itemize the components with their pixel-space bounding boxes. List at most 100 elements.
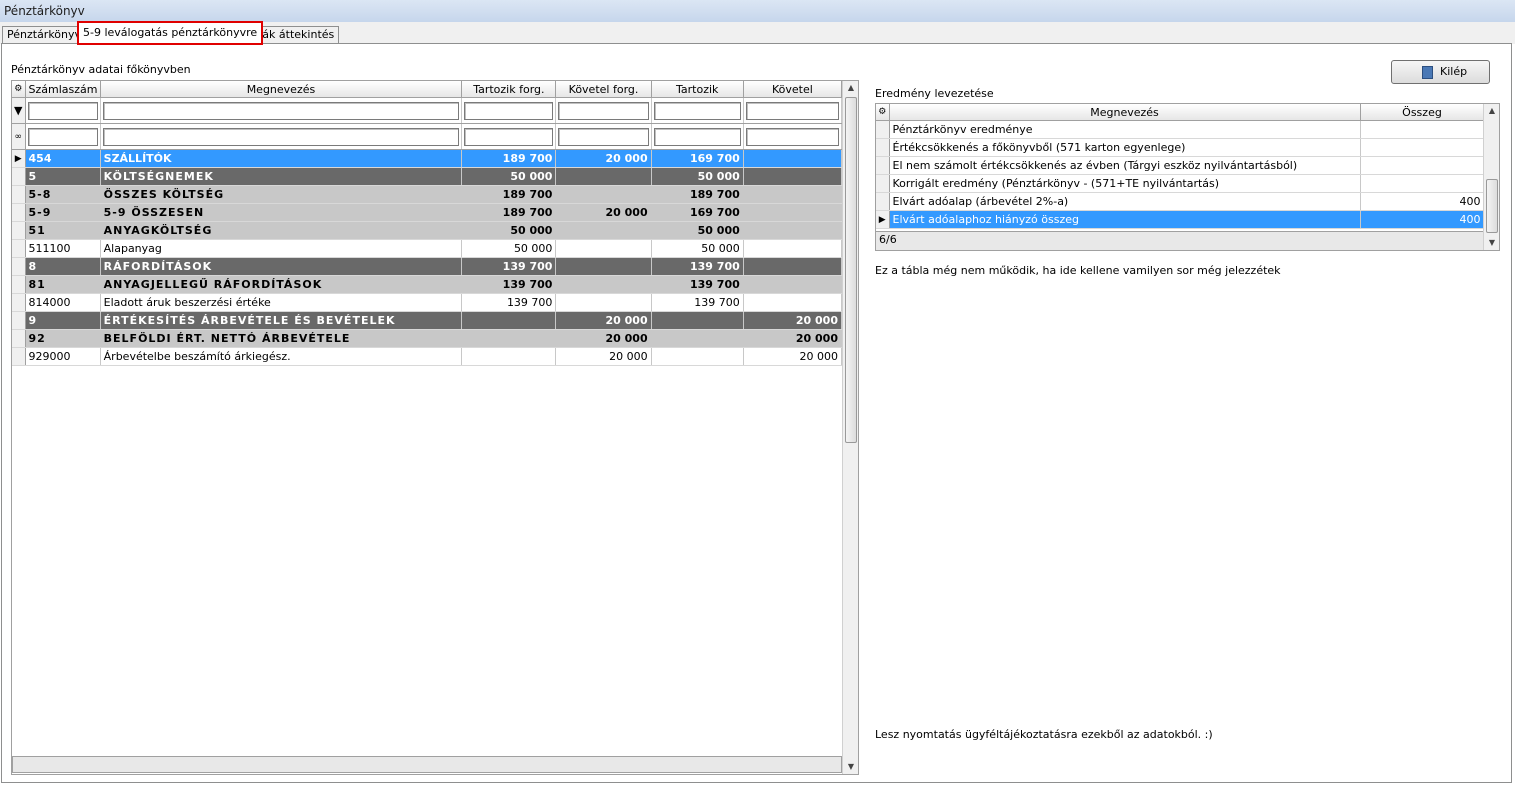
cell-tartozik[interactable] bbox=[651, 329, 744, 348]
row-indicator[interactable] bbox=[12, 185, 26, 204]
cell-szamlaszam[interactable]: 814000 bbox=[25, 293, 101, 312]
cell-tartozik[interactable]: 139 700 bbox=[651, 257, 744, 276]
cell-tartozik[interactable]: 50 000 bbox=[651, 167, 744, 186]
result-cell-osszeg[interactable] bbox=[1360, 156, 1485, 175]
ledger-row[interactable]: 51 ANYAGKÖLTSÉG 50 000 50 000 bbox=[12, 221, 843, 240]
cell-megnevezes[interactable]: 5-9 ÖSSZESEN bbox=[100, 203, 463, 222]
cell-szamlaszam[interactable]: 9 bbox=[25, 311, 101, 330]
row-indicator[interactable] bbox=[12, 311, 26, 330]
cell-kovetel[interactable] bbox=[743, 221, 843, 240]
cell-szamlaszam[interactable]: 5 bbox=[25, 167, 101, 186]
cell-tartozik[interactable] bbox=[651, 311, 744, 330]
result-row-indicator[interactable] bbox=[876, 120, 890, 139]
scroll-down-arrow-icon[interactable]: ▼ bbox=[843, 760, 858, 774]
filter-field-tartozik[interactable] bbox=[653, 101, 741, 120]
result-row-indicator[interactable] bbox=[876, 156, 890, 175]
ledger-row[interactable]: 8 RÁFORDÍTÁSOK 139 700 139 700 bbox=[12, 257, 843, 276]
cell-szamlaszam[interactable]: 92 bbox=[25, 329, 101, 348]
result-row-indicator[interactable] bbox=[876, 192, 890, 211]
cell-megnevezes[interactable]: Alapanyag bbox=[100, 239, 463, 258]
ledger-row[interactable]: 814000 Eladott áruk beszerzési értéke 139 … bbox=[12, 293, 843, 312]
cell-szamlaszam[interactable]: 511100 bbox=[25, 239, 101, 258]
cell-kovetel-forg[interactable] bbox=[555, 257, 652, 276]
result-cell-osszeg[interactable]: 400 bbox=[1360, 192, 1485, 211]
ledger-row[interactable]: 929000 Árbevételbe beszámító árkiegész. 20… bbox=[12, 347, 843, 366]
cell-tartozik[interactable]: 139 700 bbox=[651, 293, 744, 312]
result-cell-megnevezes[interactable]: Elvárt adóalaphoz hiányzó összeg bbox=[889, 210, 1361, 229]
ledger-row[interactable]: 5-8 ÖSSZES KÖLTSÉG 189 700 189 700 bbox=[12, 185, 843, 204]
row-indicator[interactable] bbox=[12, 257, 26, 276]
ledger-row[interactable]: 9 ÉRTÉKESÍTÉS ÁRBEVÉTELE ÉS BEVÉTELEK 20 0… bbox=[12, 311, 843, 330]
result-row[interactable]: ▶ Elvárt adóalaphoz hiányzó összeg 400 bbox=[876, 210, 1485, 229]
cell-megnevezes[interactable]: BELFÖLDI ÉRT. NETTÓ ÁRBEVÉTELE bbox=[100, 329, 463, 348]
cell-szamlaszam[interactable]: 454 bbox=[25, 149, 101, 168]
result-scroll-up-arrow-icon[interactable]: ▲ bbox=[1484, 104, 1499, 118]
cell-szamlaszam[interactable]: 929000 bbox=[25, 347, 101, 366]
cell-szamlaszam[interactable]: 51 bbox=[25, 221, 101, 240]
cell-kovetel[interactable]: 20 000 bbox=[743, 311, 843, 330]
cell-tartozik[interactable]: 189 700 bbox=[651, 185, 744, 204]
exit-button[interactable]: Kilép bbox=[1391, 60, 1490, 84]
col-header-tartozik[interactable]: Tartozik bbox=[651, 81, 744, 98]
cell-kovetel[interactable] bbox=[743, 185, 843, 204]
cell-kovetel-forg[interactable]: 20 000 bbox=[555, 329, 652, 348]
cell-tartozik[interactable]: 50 000 bbox=[651, 221, 744, 240]
filter-field-megnevezes[interactable] bbox=[102, 101, 460, 120]
cell-kovetel[interactable]: 20 000 bbox=[743, 347, 843, 366]
row-indicator[interactable] bbox=[12, 347, 26, 366]
result-row[interactable]: Pénztárkönyv eredménye bbox=[876, 120, 1485, 139]
cell-szamlaszam[interactable]: 5-9 bbox=[25, 203, 101, 222]
cell-tartozik[interactable]: 139 700 bbox=[651, 275, 744, 294]
cell-megnevezes[interactable]: ÉRTÉKESÍTÉS ÁRBEVÉTELE ÉS BEVÉTELEK bbox=[100, 311, 463, 330]
cell-megnevezes[interactable]: SZÁLLÍTÓK bbox=[100, 149, 463, 168]
row-indicator[interactable] bbox=[12, 275, 26, 294]
column-settings-icon[interactable]: ⚙ bbox=[12, 81, 26, 98]
row-indicator[interactable] bbox=[12, 293, 26, 312]
cell-tartozik[interactable]: 169 700 bbox=[651, 203, 744, 222]
tab-penztarkonyv[interactable]: Pénztárkönyv bbox=[2, 26, 87, 43]
scroll-thumb[interactable] bbox=[845, 97, 857, 443]
cell-tartozik-forg[interactable]: 139 700 bbox=[461, 257, 557, 276]
result-cell-megnevezes[interactable]: Értékcsökkenés a főkönyvből (571 karton … bbox=[889, 138, 1361, 157]
filter-field-tartozik-forg[interactable] bbox=[464, 101, 554, 120]
row-indicator[interactable] bbox=[12, 167, 26, 186]
ledger-row[interactable]: ▶ 454 SZÁLLÍTÓK 189 700 20 000 169 700 bbox=[12, 149, 843, 168]
ledger-row[interactable]: 511100 Alapanyag 50 000 50 000 bbox=[12, 239, 843, 258]
cell-kovetel-forg[interactable] bbox=[555, 293, 652, 312]
cell-kovetel-forg[interactable] bbox=[555, 221, 652, 240]
col-header-szamlaszam[interactable]: Számlaszám bbox=[25, 81, 101, 98]
result-vertical-scrollbar[interactable]: ▲ ▼ bbox=[1483, 104, 1499, 250]
filter-field-kovetel[interactable] bbox=[745, 101, 839, 120]
result-scroll-down-arrow-icon[interactable]: ▼ bbox=[1484, 236, 1499, 250]
ledger-vertical-scrollbar[interactable]: ▲ ▼ bbox=[842, 81, 858, 774]
ledger-horizontal-scrollbar[interactable] bbox=[12, 756, 842, 773]
cell-tartozik-forg[interactable]: 50 000 bbox=[461, 239, 557, 258]
result-cell-megnevezes[interactable]: El nem számolt értékcsökkenés az évben (… bbox=[889, 156, 1361, 175]
result-row[interactable]: Korrigált eredmény (Pénztárkönyv - (571+… bbox=[876, 174, 1485, 193]
col-header-tartozik-forg[interactable]: Tartozik forg. bbox=[461, 81, 557, 98]
search-field-kovetel-forg[interactable] bbox=[558, 127, 649, 146]
result-col-header-osszeg[interactable]: Összeg bbox=[1360, 104, 1485, 121]
cell-kovetel-forg[interactable]: 20 000 bbox=[555, 347, 652, 366]
current-row-pointer-icon[interactable]: ▶ bbox=[12, 149, 26, 168]
cell-tartozik-forg[interactable]: 139 700 bbox=[461, 275, 557, 294]
cell-kovetel-forg[interactable]: 20 000 bbox=[555, 311, 652, 330]
cell-kovetel[interactable] bbox=[743, 293, 843, 312]
result-scroll-thumb[interactable] bbox=[1486, 179, 1498, 233]
cell-kovetel[interactable] bbox=[743, 239, 843, 258]
result-row[interactable]: El nem számolt értékcsökkenés az évben (… bbox=[876, 156, 1485, 175]
ledger-row[interactable]: 5 KÖLTSÉGNEMEK 50 000 50 000 bbox=[12, 167, 843, 186]
cell-tartozik-forg[interactable]: 139 700 bbox=[461, 293, 557, 312]
ledger-row[interactable]: 92 BELFÖLDI ÉRT. NETTÓ ÁRBEVÉTELE 20 000 20… bbox=[12, 329, 843, 348]
cell-megnevezes[interactable]: Eladott áruk beszerzési értéke bbox=[100, 293, 463, 312]
ledger-row[interactable]: 5-9 5-9 ÖSSZESEN 189 700 20 000 169 700 bbox=[12, 203, 843, 222]
cell-megnevezes[interactable]: ANYAGJELLEGŰ RÁFORDÍTÁSOK bbox=[100, 275, 463, 294]
cell-tartozik-forg[interactable]: 50 000 bbox=[461, 221, 557, 240]
search-field-szamlaszam[interactable] bbox=[27, 127, 98, 146]
result-column-settings-icon[interactable]: ⚙ bbox=[876, 104, 890, 121]
result-cell-osszeg[interactable] bbox=[1360, 120, 1485, 139]
result-cell-osszeg[interactable] bbox=[1360, 174, 1485, 193]
row-indicator[interactable] bbox=[12, 239, 26, 258]
cell-kovetel[interactable] bbox=[743, 203, 843, 222]
result-cell-megnevezes[interactable]: Pénztárkönyv eredménye bbox=[889, 120, 1361, 139]
